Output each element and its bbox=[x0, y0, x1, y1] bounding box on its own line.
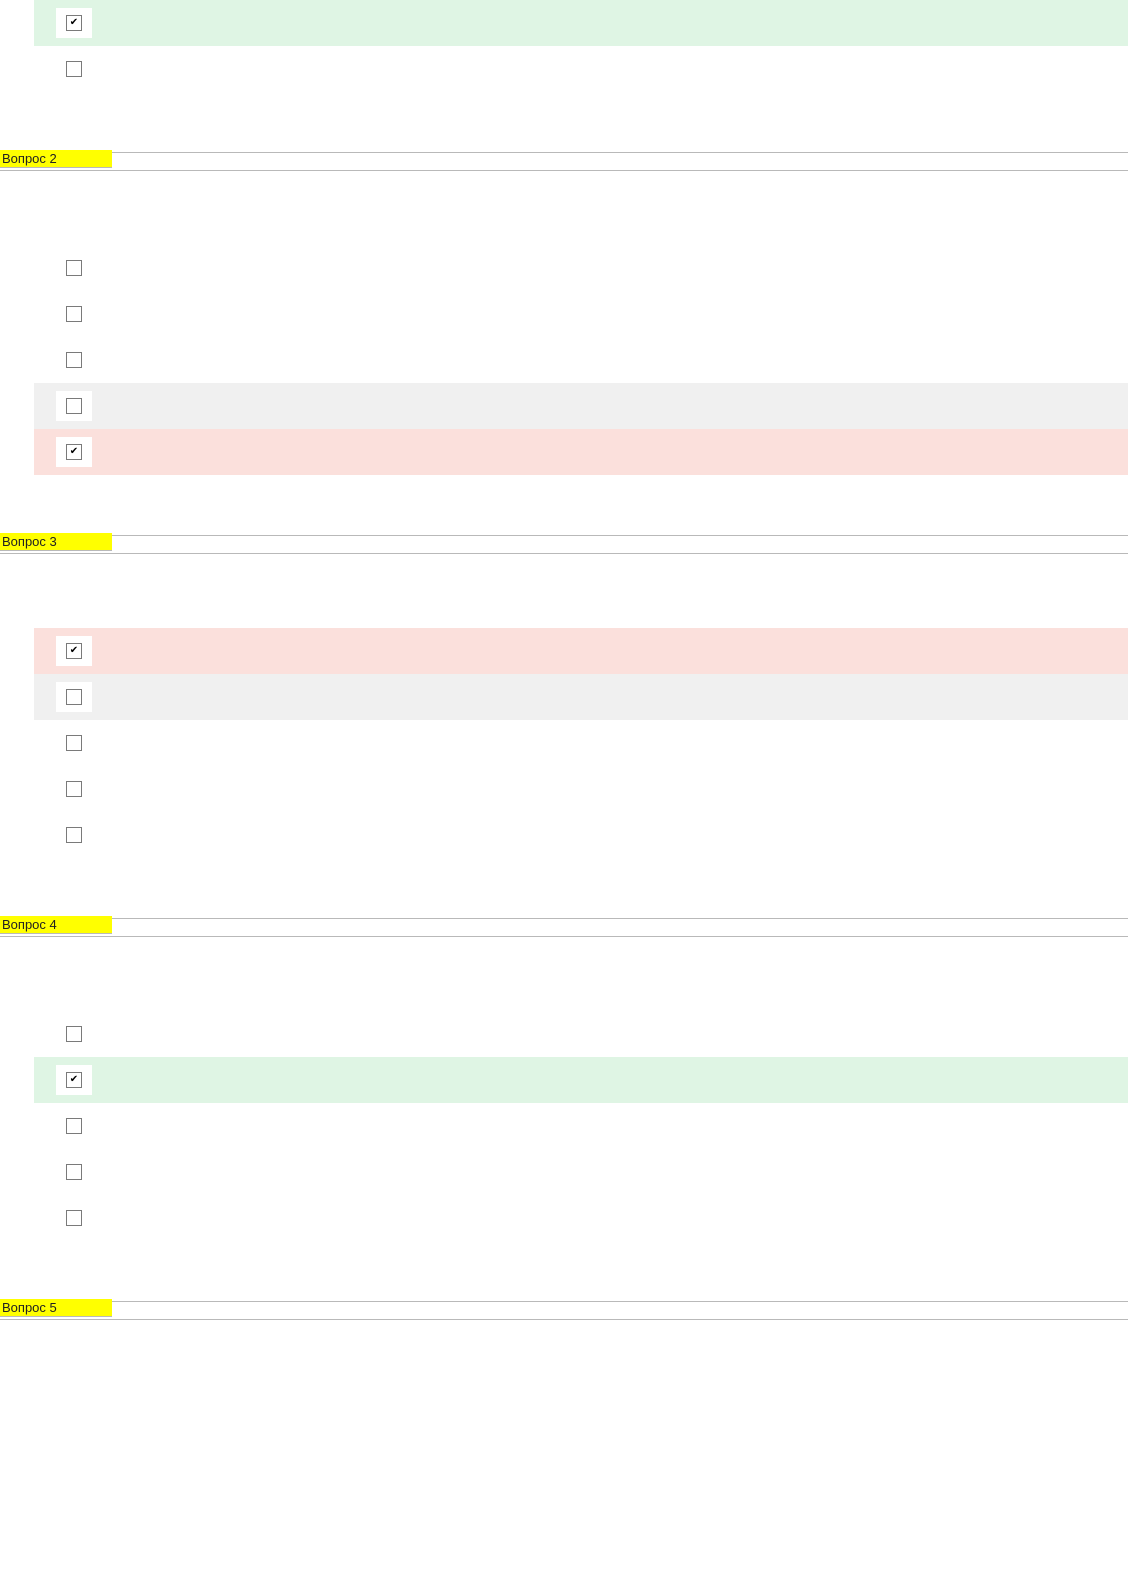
question-header: Вопрос 5 bbox=[0, 1299, 112, 1317]
option-row bbox=[34, 720, 1128, 766]
checkbox-wrap bbox=[56, 1157, 92, 1187]
option-checkbox[interactable] bbox=[66, 781, 82, 797]
option-row bbox=[34, 1011, 1128, 1057]
option-label bbox=[102, 1203, 1120, 1205]
option-label bbox=[102, 820, 1120, 822]
checkbox-wrap bbox=[56, 8, 92, 38]
option-label bbox=[102, 728, 1120, 730]
option-row bbox=[34, 1103, 1128, 1149]
option-checkbox[interactable] bbox=[66, 61, 82, 77]
option-row bbox=[34, 1195, 1128, 1241]
question-header: Вопрос 4 bbox=[0, 916, 112, 934]
option-row bbox=[34, 429, 1128, 475]
option-label bbox=[102, 682, 1120, 684]
option-label bbox=[102, 54, 1120, 56]
option-row bbox=[34, 1149, 1128, 1195]
question-prompt bbox=[0, 937, 1128, 1011]
option-row bbox=[34, 383, 1128, 429]
question-group: Вопрос 3 bbox=[0, 535, 1128, 878]
option-row bbox=[34, 46, 1128, 92]
option-list bbox=[0, 1394, 1128, 1414]
option-label bbox=[102, 345, 1120, 347]
option-checkbox[interactable] bbox=[66, 306, 82, 322]
option-checkbox[interactable] bbox=[66, 735, 82, 751]
option-checkbox[interactable] bbox=[66, 260, 82, 276]
option-checkbox[interactable] bbox=[66, 352, 82, 368]
option-label bbox=[102, 1065, 1120, 1067]
checkbox-wrap bbox=[56, 820, 92, 850]
option-label bbox=[102, 391, 1120, 393]
option-list bbox=[0, 1011, 1128, 1261]
option-label bbox=[102, 774, 1120, 776]
option-label bbox=[102, 1111, 1120, 1113]
checkbox-wrap bbox=[56, 1065, 92, 1095]
option-checkbox[interactable] bbox=[66, 689, 82, 705]
option-checkbox[interactable] bbox=[66, 1118, 82, 1134]
checkbox-wrap bbox=[56, 728, 92, 758]
option-checkbox[interactable] bbox=[66, 1072, 82, 1088]
question-header: Вопрос 2 bbox=[0, 150, 112, 168]
question-group: Вопрос 2 bbox=[0, 152, 1128, 495]
option-row bbox=[34, 245, 1128, 291]
option-label bbox=[102, 437, 1120, 439]
option-checkbox[interactable] bbox=[66, 827, 82, 843]
option-row bbox=[34, 812, 1128, 858]
option-row bbox=[34, 0, 1128, 46]
question-group: Вопрос 4 bbox=[0, 918, 1128, 1261]
checkbox-wrap bbox=[56, 1019, 92, 1049]
option-list bbox=[0, 245, 1128, 495]
question-prompt bbox=[0, 1320, 1128, 1394]
question-header: Вопрос 3 bbox=[0, 533, 112, 551]
option-label bbox=[102, 299, 1120, 301]
checkbox-wrap bbox=[56, 391, 92, 421]
checkbox-wrap bbox=[56, 1111, 92, 1141]
option-checkbox[interactable] bbox=[66, 1026, 82, 1042]
checkbox-wrap bbox=[56, 54, 92, 84]
option-label bbox=[102, 636, 1120, 638]
option-row bbox=[34, 766, 1128, 812]
option-label bbox=[102, 8, 1120, 10]
checkbox-wrap bbox=[56, 253, 92, 283]
option-row bbox=[34, 628, 1128, 674]
checkbox-wrap bbox=[56, 299, 92, 329]
checkbox-wrap bbox=[56, 636, 92, 666]
option-label bbox=[102, 253, 1120, 255]
option-checkbox[interactable] bbox=[66, 643, 82, 659]
option-list bbox=[0, 628, 1128, 878]
option-row bbox=[34, 674, 1128, 720]
option-checkbox[interactable] bbox=[66, 444, 82, 460]
question-group: Вопрос 5 bbox=[0, 1301, 1128, 1414]
checkbox-wrap bbox=[56, 437, 92, 467]
option-row bbox=[34, 1057, 1128, 1103]
checkbox-wrap bbox=[56, 1203, 92, 1233]
question-prompt bbox=[0, 554, 1128, 628]
checkbox-wrap bbox=[56, 345, 92, 375]
option-checkbox[interactable] bbox=[66, 398, 82, 414]
option-row bbox=[34, 291, 1128, 337]
option-checkbox[interactable] bbox=[66, 1164, 82, 1180]
option-checkbox[interactable] bbox=[66, 15, 82, 31]
option-label bbox=[102, 1157, 1120, 1159]
checkbox-wrap bbox=[56, 774, 92, 804]
option-checkbox[interactable] bbox=[66, 1210, 82, 1226]
checkbox-wrap bbox=[56, 682, 92, 712]
question-prompt bbox=[0, 171, 1128, 245]
option-label bbox=[102, 1019, 1120, 1021]
question-group-partial bbox=[0, 0, 1128, 92]
option-row bbox=[34, 337, 1128, 383]
